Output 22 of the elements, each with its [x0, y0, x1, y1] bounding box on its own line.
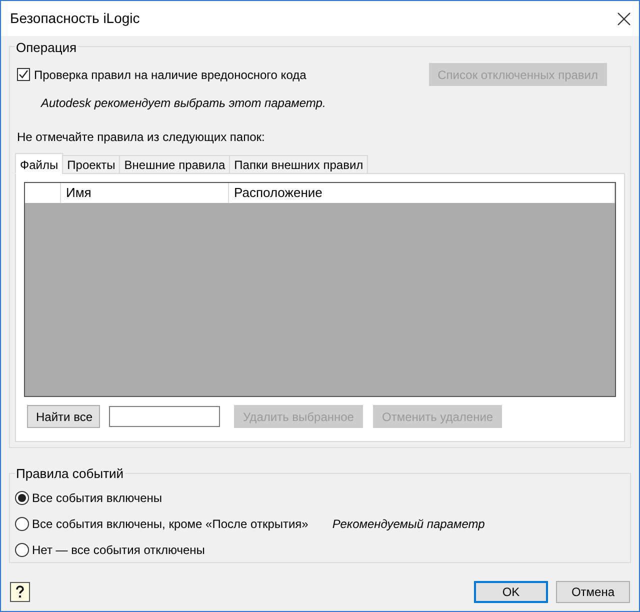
radio-button[interactable]	[15, 491, 29, 505]
search-field[interactable]	[109, 406, 220, 427]
recommended-note: Рекомендуемый параметр	[332, 516, 485, 533]
checkbox-label: Проверка правил на наличие вредоносного кода	[34, 66, 306, 84]
tab[interactable]: Проекты	[62, 155, 120, 174]
dialog-button[interactable]: OK	[474, 581, 548, 603]
tab[interactable]: Файлы	[15, 153, 64, 174]
tab[interactable]: Папки внешних правил	[229, 155, 368, 174]
radio-button[interactable]	[15, 517, 29, 531]
help-icon[interactable]	[10, 582, 30, 602]
radio-label: Нет — все события отключены	[32, 542, 205, 559]
find-all-button[interactable]: Найти все	[27, 405, 100, 428]
folders-label: Не отмечайте правила из следующих папок:	[17, 129, 265, 146]
radio-label: Все события включены, кроме «После открытия»	[32, 516, 308, 533]
radio-label: Все события включены	[32, 490, 162, 507]
tab[interactable]: Внешние правила	[119, 155, 230, 174]
dialog-button[interactable]: Отмена	[556, 581, 630, 603]
checkbox[interactable]	[17, 68, 30, 81]
radio-button[interactable]	[15, 543, 29, 557]
close-icon[interactable]	[617, 12, 631, 26]
hint-text: Autodesk рекомендует выбрать этот параметр.	[41, 95, 326, 112]
window-title: Безопасность iLogic	[10, 9, 140, 28]
